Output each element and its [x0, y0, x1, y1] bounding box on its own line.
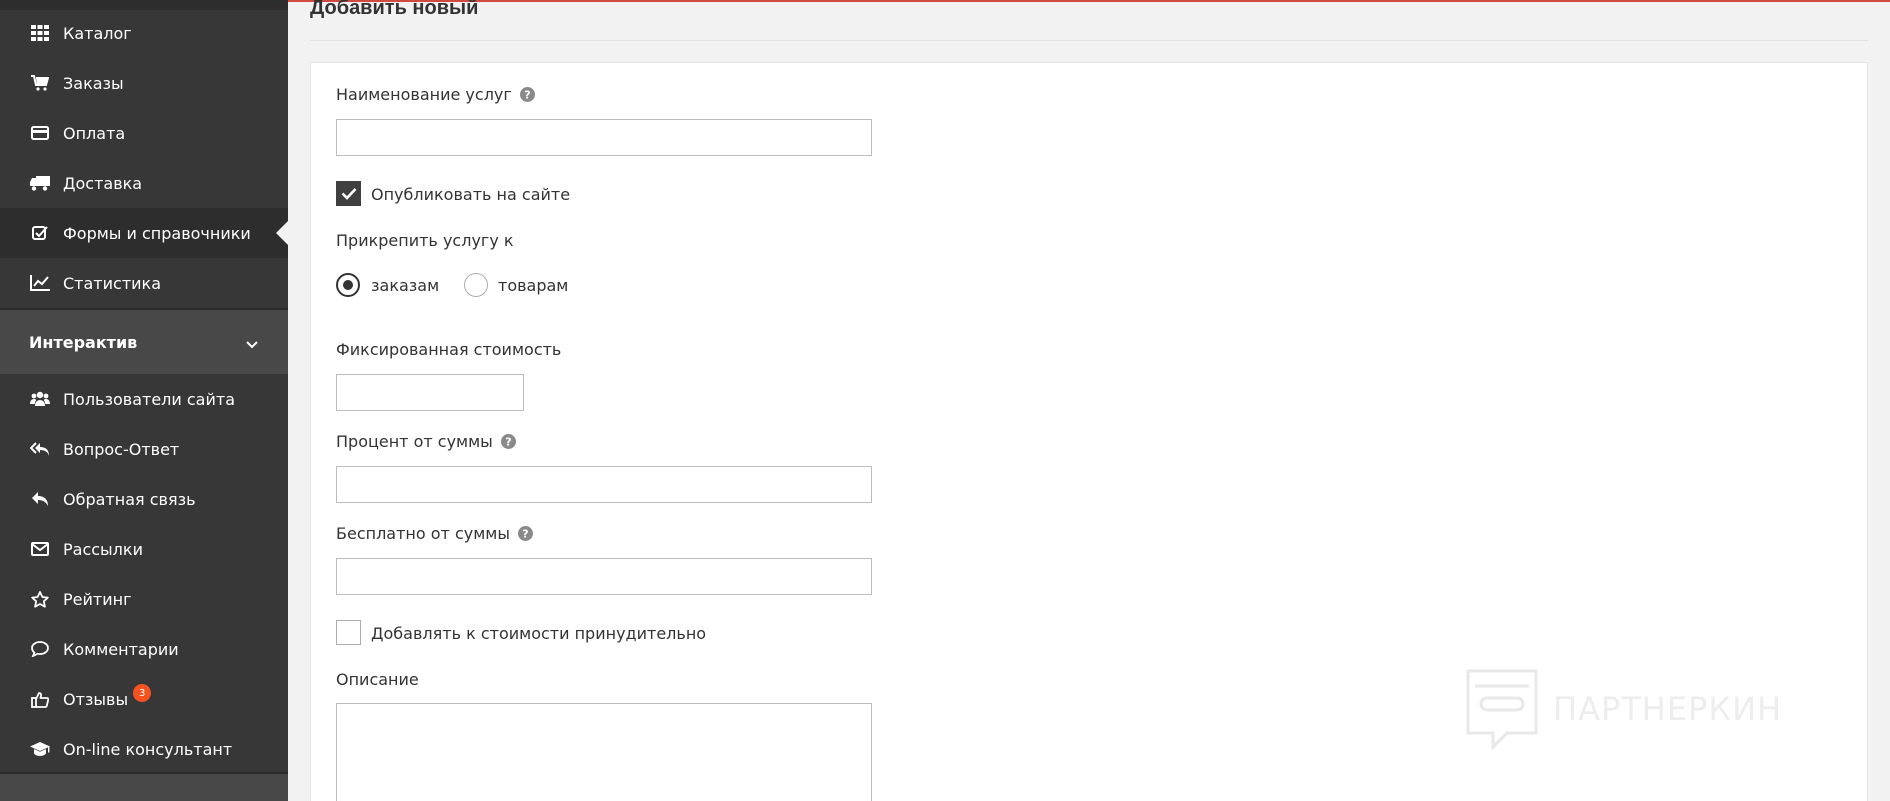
sidebar-item-catalog[interactable]: Каталог: [0, 8, 288, 58]
description-textarea[interactable]: [336, 703, 872, 801]
sidebar-item-rating[interactable]: Рейтинг: [0, 574, 288, 624]
chevron-down-icon: [246, 334, 258, 353]
sidebar-item-label: Отзывы: [63, 689, 129, 709]
truck-icon: [29, 174, 51, 192]
sidebar-item-forms[interactable]: Формы и справочники: [0, 208, 288, 258]
top-accent-line: [288, 0, 1890, 2]
sidebar-item-feedback[interactable]: Обратная связь: [0, 474, 288, 524]
free-from-label-text: Бесплатно от суммы: [336, 524, 510, 543]
sidebar-item-label: Доставка: [63, 173, 143, 193]
question-circle-icon[interactable]: ?: [518, 526, 533, 541]
radio-products-label: товарам: [498, 276, 569, 295]
reply-icon: [29, 490, 51, 508]
fixed-cost-input[interactable]: [336, 374, 524, 411]
comment-icon: [29, 640, 51, 658]
sidebar-item-label: Комментарии: [63, 639, 179, 659]
sidebar-item-statistics[interactable]: Статистика: [0, 258, 288, 308]
sidebar-item-delivery[interactable]: Доставка: [0, 158, 288, 208]
attach-service-label: Прикрепить услугу к: [336, 231, 514, 250]
sidebar-next-group[interactable]: [0, 774, 288, 801]
sidebar-item-reviews[interactable]: Отзывы 3: [0, 674, 288, 724]
users-icon: [29, 390, 51, 408]
sidebar-item-label: Рейтинг: [63, 589, 132, 609]
percent-label: Процент от суммы ?: [336, 432, 516, 451]
sidebar-item-comments[interactable]: Комментарии: [0, 624, 288, 674]
sidebar-item-label: Вопрос-Ответ: [63, 439, 180, 459]
thumbs-up-icon: [29, 690, 51, 708]
page-title: Добавить новый: [310, 0, 479, 19]
grid-icon: [29, 24, 51, 42]
partnerkin-logo-icon: [1466, 669, 1538, 750]
sidebar-item-faq[interactable]: Вопрос-Ответ: [0, 424, 288, 474]
percent-input[interactable]: [336, 466, 872, 503]
line-chart-icon: [29, 274, 51, 292]
check-square-icon: [29, 224, 51, 242]
publish-checkbox-label: Опубликовать на сайте: [371, 185, 571, 204]
percent-label-text: Процент от суммы: [336, 432, 493, 451]
sidebar-item-label: Статистика: [63, 273, 161, 293]
force-add-checkbox-label: Добавлять к стоимости принудительно: [371, 624, 707, 643]
question-circle-icon[interactable]: ?: [500, 434, 516, 449]
watermark: ПАРТНЕРКИН: [1465, 668, 1782, 750]
watermark-text: ПАРТНЕРКИН: [1553, 690, 1783, 728]
service-name-input[interactable]: [336, 119, 872, 156]
title-divider: [310, 40, 1868, 41]
graduation-cap-icon: [29, 740, 51, 758]
sidebar-item-label: Оплата: [63, 123, 126, 143]
free-from-input[interactable]: [336, 558, 872, 595]
svg-text:?: ?: [524, 89, 530, 102]
credit-card-icon: [29, 124, 51, 142]
sidebar-item-label: Формы и справочники: [63, 223, 251, 243]
question-circle-icon[interactable]: ?: [519, 87, 535, 102]
checkmark-icon: [341, 188, 356, 200]
sidebar: Каталог Заказы Оплата Доставка Формы и с…: [0, 0, 288, 801]
sidebar-item-payment[interactable]: Оплата: [0, 108, 288, 158]
sidebar-item-label: Заказы: [63, 73, 124, 93]
sidebar-group-interactive[interactable]: Интерактив: [0, 310, 288, 374]
svg-text:?: ?: [505, 436, 511, 449]
sidebar-item-online-consultant[interactable]: On-line консультант: [0, 724, 288, 774]
star-icon: [29, 590, 51, 608]
sidebar-group-label: Интерактив: [29, 332, 138, 352]
sidebar-item-label: Обратная связь: [63, 489, 196, 509]
sidebar-item-label: Пользователи сайта: [63, 389, 236, 409]
envelope-icon: [29, 540, 51, 558]
radio-products[interactable]: [464, 273, 488, 297]
description-label: Описание: [336, 670, 419, 689]
svg-text:?: ?: [522, 528, 528, 541]
sidebar-item-label: Рассылки: [63, 539, 143, 559]
reply-all-icon: [29, 440, 51, 458]
radio-orders-label: заказам: [371, 276, 440, 295]
sidebar-item-label: On-line консультант: [63, 739, 233, 759]
cart-icon: [29, 74, 51, 92]
publish-checkbox[interactable]: [336, 181, 361, 206]
fixed-cost-label: Фиксированная стоимость: [336, 340, 562, 359]
force-add-checkbox[interactable]: [336, 620, 361, 645]
reviews-count-badge: 3: [133, 684, 152, 702]
radio-orders[interactable]: [336, 273, 360, 297]
sidebar-item-orders[interactable]: Заказы: [0, 58, 288, 108]
sidebar-item-label: Каталог: [63, 23, 132, 43]
service-name-label-text: Наименование услуг: [336, 85, 512, 104]
free-from-label: Бесплатно от суммы ?: [336, 524, 533, 543]
sidebar-item-site-users[interactable]: Пользователи сайта: [0, 374, 288, 424]
sidebar-item-mailings[interactable]: Рассылки: [0, 524, 288, 574]
service-name-label: Наименование услуг ?: [336, 85, 535, 104]
